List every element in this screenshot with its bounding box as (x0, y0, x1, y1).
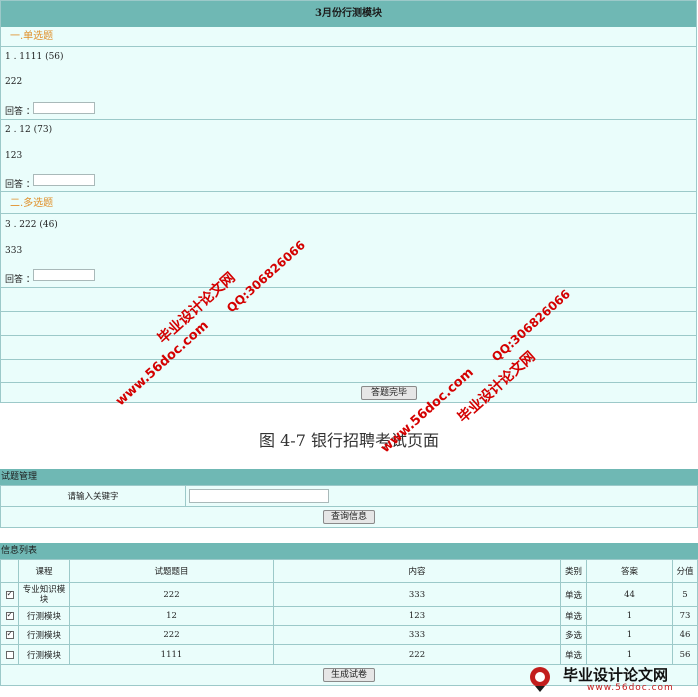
search-row: 查询信息 (0, 506, 698, 528)
cell-content: 222 (273, 644, 561, 665)
col-header-content: 内容 (273, 559, 561, 583)
answer-label: 回答 ： (5, 275, 35, 285)
question-header: 1 . 1111 (56) (5, 52, 64, 62)
question-content: 333 (5, 246, 23, 256)
question-content: 222 (5, 77, 23, 87)
table-row-select (0, 582, 19, 607)
section-title-multi: 二.多选题 (1, 194, 696, 214)
cell-title: 12 (69, 606, 274, 626)
row-checkbox[interactable] (5, 650, 14, 659)
cell-title: 222 (69, 625, 274, 645)
exam-title: 3月份行测模块 (1, 1, 696, 27)
cell-course: 专业知识模块 (18, 582, 70, 607)
cell-category: 单选 (560, 606, 587, 626)
question-mgmt-header: 试题管理 (0, 469, 698, 485)
cell-category: 单选 (560, 582, 587, 607)
divider (1, 191, 696, 192)
cell-category: 单选 (560, 644, 587, 665)
row-checkbox[interactable] (5, 589, 14, 599)
figure-caption: 图 4-7 银行招聘考试页面 (259, 431, 439, 450)
cell-answer: 1 (586, 625, 673, 645)
exam-panel: 3月份行测模块 一.单选题 1 . 1111 (56) 222 回答 ： 2 .… (0, 0, 697, 403)
col-header-score: 分值 (672, 559, 698, 583)
divider (1, 119, 696, 120)
info-list-header: 信息列表 (0, 543, 698, 559)
divider (1, 359, 696, 360)
divider (1, 287, 696, 288)
footer-logo: 毕业设计论文网 www.56doc.com (525, 664, 698, 694)
col-header-course: 课程 (18, 559, 70, 583)
answer-input-2[interactable] (33, 174, 95, 186)
question-content: 123 (5, 151, 23, 161)
cell-content: 333 (273, 582, 561, 607)
footer-logo-title: 毕业设计论文网 (563, 666, 669, 684)
cell-score: 46 (672, 625, 698, 645)
cell-title: 222 (69, 582, 274, 607)
generate-paper-button[interactable]: 生成试卷 (323, 668, 375, 682)
answer-label: 回答 ： (5, 107, 35, 117)
cell-course: 行测模块 (18, 606, 70, 626)
cell-category: 多选 (560, 625, 587, 645)
table-row-select (0, 644, 19, 665)
submit-answers-button[interactable]: 答题完毕 (361, 386, 417, 400)
col-header-select (0, 559, 19, 583)
question-header: 3 . 222 (46) (5, 220, 58, 230)
keyword-cell (185, 485, 698, 507)
cell-title: 1111 (69, 644, 274, 665)
cell-content: 333 (273, 625, 561, 645)
cell-course: 行测模块 (18, 644, 70, 665)
row-checkbox[interactable] (5, 610, 14, 620)
answer-label: 回答 ： (5, 180, 35, 190)
cell-content: 123 (273, 606, 561, 626)
cell-answer: 1 (586, 606, 673, 626)
cell-score: 56 (672, 644, 698, 665)
table-row-select (0, 625, 19, 645)
footer-logo-url: www.56doc.com (587, 683, 674, 693)
cell-score: 5 (672, 582, 698, 607)
divider (1, 382, 696, 383)
col-header-category: 类别 (560, 559, 587, 583)
col-header-title: 试题题目 (69, 559, 274, 583)
divider (1, 311, 696, 312)
question-header: 2 . 12 (73) (5, 125, 53, 135)
cell-course: 行测模块 (18, 625, 70, 645)
col-header-answer: 答案 (586, 559, 673, 583)
divider (1, 335, 696, 336)
cell-answer: 44 (586, 582, 673, 607)
row-checkbox[interactable] (5, 629, 14, 639)
cell-score: 73 (672, 606, 698, 626)
keyword-input[interactable] (189, 489, 329, 503)
keyword-label: 请输入关键字 (0, 485, 186, 507)
search-button[interactable]: 查询信息 (323, 510, 375, 524)
answer-input-3[interactable] (33, 269, 95, 281)
cell-answer: 1 (586, 644, 673, 665)
table-row-select (0, 606, 19, 626)
answer-input-1[interactable] (33, 102, 95, 114)
section-title-single: 一.单选题 (1, 27, 696, 47)
